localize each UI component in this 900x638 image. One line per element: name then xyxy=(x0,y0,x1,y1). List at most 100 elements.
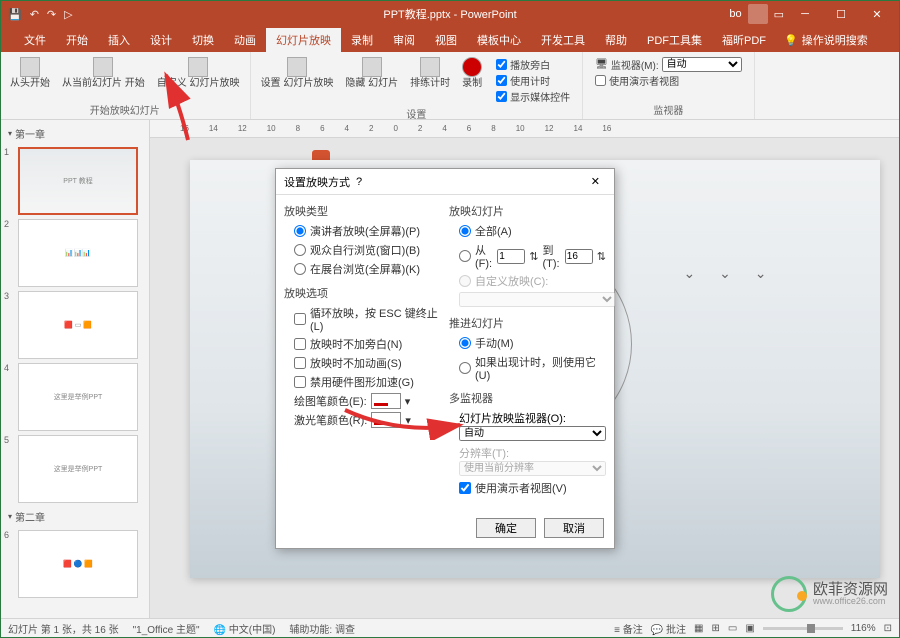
tab-review[interactable]: 审阅 xyxy=(383,28,425,52)
rehearse-button[interactable]: 排练计时 xyxy=(406,55,454,106)
view-sorter-icon[interactable]: ⊞ xyxy=(711,623,719,634)
dialog-close-button[interactable]: ✕ xyxy=(585,175,606,188)
tab-devtools[interactable]: 开发工具 xyxy=(531,28,595,52)
setup-icon xyxy=(287,57,307,77)
notes-toggle[interactable]: ≡ 备注 xyxy=(614,621,643,636)
tellme-search[interactable]: 操作说明搜索 xyxy=(802,32,868,48)
tab-view[interactable]: 视图 xyxy=(425,28,467,52)
tab-file[interactable]: 文件 xyxy=(14,28,56,52)
tab-transitions[interactable]: 切换 xyxy=(182,28,224,52)
radio-from-to[interactable]: 从(F):⇅ 到(T):⇅ xyxy=(459,242,606,270)
save-icon[interactable]: 💾 xyxy=(8,8,22,21)
presenter-view-checkbox[interactable]: 使用演示者视图 xyxy=(595,73,741,88)
section-header-2[interactable]: 第二章 xyxy=(4,507,145,526)
custom-show-button[interactable]: 自定义 幻灯片放映 xyxy=(153,55,244,91)
ok-button[interactable]: 确定 xyxy=(476,518,536,538)
group-monitor: 监视器 xyxy=(653,102,683,119)
zoom-slider[interactable] xyxy=(763,627,843,630)
monitor-select-label: 🖥监视器(M):自动 xyxy=(595,57,741,72)
tab-record[interactable]: 录制 xyxy=(341,28,383,52)
rehearse-icon xyxy=(420,57,440,77)
from-current-button[interactable]: 从当前幻灯片 开始 xyxy=(58,55,149,91)
radio-all-slides[interactable]: 全部(A) xyxy=(459,223,606,239)
tab-home[interactable]: 开始 xyxy=(56,28,98,52)
tab-foxit[interactable]: 福昕PDF xyxy=(712,28,776,52)
radio-custom-show[interactable]: 自定义放映(C): xyxy=(459,273,606,289)
maximize-button[interactable]: ☐ xyxy=(826,0,856,28)
tab-help[interactable]: 帮助 xyxy=(595,28,637,52)
radio-timings[interactable]: 如果出现计时，则使用它(U) xyxy=(459,354,606,382)
comments-toggle[interactable]: 💬 批注 xyxy=(651,621,686,636)
slide-thumb-2[interactable]: 2📊📊📊 xyxy=(4,219,145,287)
tab-template[interactable]: 模板中心 xyxy=(467,28,531,52)
radio-presenter-full[interactable]: 演讲者放映(全屏幕)(P) xyxy=(294,223,441,239)
tab-insert[interactable]: 插入 xyxy=(98,28,140,52)
check-hw-accel[interactable]: 禁用硬件图形加速(G) xyxy=(294,374,441,390)
to-input[interactable] xyxy=(565,249,593,264)
monitor-select[interactable]: 自动 xyxy=(662,57,742,72)
section-header-1[interactable]: 第一章 xyxy=(4,124,145,143)
check-loop-esc[interactable]: 循环放映，按 ESC 键终止(L) xyxy=(294,305,441,333)
view-slideshow-icon[interactable]: ▣ xyxy=(745,623,754,634)
slide-thumb-6[interactable]: 6🟥 🔵 🟧 xyxy=(4,530,145,598)
watermark: 欧菲资源网www.office26.com xyxy=(771,576,888,612)
undo-icon[interactable]: ↶ xyxy=(30,8,39,21)
birds-decoration: ⌄ ⌄ ⌄ xyxy=(684,265,777,282)
hide-slide-button[interactable]: 隐藏 幻灯片 xyxy=(341,55,402,106)
horizontal-ruler: 1614121086420246810121416 xyxy=(150,120,900,138)
narration-checkbox[interactable]: 播放旁白 xyxy=(496,57,570,72)
minimize-button[interactable]: ─ xyxy=(790,0,820,28)
show-type-legend: 放映类型 xyxy=(284,203,441,219)
check-no-animation[interactable]: 放映时不加动画(S) xyxy=(294,355,441,371)
tab-pdftools[interactable]: PDF工具集 xyxy=(637,28,712,52)
fit-to-window-icon[interactable]: ⊡ xyxy=(884,623,892,634)
slide-thumb-5[interactable]: 5这里是举例PPT xyxy=(4,435,145,503)
play-current-icon xyxy=(93,57,113,77)
watermark-logo-icon xyxy=(771,576,807,612)
resolution-dropdown: 使用当前分辨率 xyxy=(459,461,606,476)
redo-icon[interactable]: ↷ xyxy=(47,8,56,21)
user-avatar[interactable] xyxy=(748,4,768,24)
timings-checkbox[interactable]: 使用计时 xyxy=(496,73,570,88)
radio-browsed-window[interactable]: 观众自行浏览(窗口)(B) xyxy=(294,242,441,258)
radio-kiosk[interactable]: 在展台浏览(全屏幕)(K) xyxy=(294,261,441,277)
cancel-button[interactable]: 取消 xyxy=(544,518,604,538)
check-no-narration[interactable]: 放映时不加旁白(N) xyxy=(294,336,441,352)
close-button[interactable]: ✕ xyxy=(862,0,892,28)
slide-panel[interactable]: 第一章 1PPT 教程 2📊📊📊 3🟥 ▭ 🟧 4这里是举例PPT 5这里是举例… xyxy=(0,120,150,618)
start-show-icon[interactable]: ▷ xyxy=(64,8,72,21)
view-reading-icon[interactable]: ▭ xyxy=(728,623,737,634)
laser-color-picker[interactable] xyxy=(371,412,401,428)
radio-manual[interactable]: 手动(M) xyxy=(459,335,606,351)
check-presenter-view[interactable]: 使用演示者视图(V) xyxy=(459,480,606,496)
monitor-dropdown[interactable]: 自动 xyxy=(459,426,606,441)
custom-show-select xyxy=(459,292,616,307)
show-options-legend: 放映选项 xyxy=(284,285,441,301)
media-checkbox[interactable]: 显示媒体控件 xyxy=(496,89,570,104)
resolution-label: 分辨率(T): xyxy=(459,445,606,461)
from-input[interactable] xyxy=(497,249,525,264)
zoom-value[interactable]: 116% xyxy=(851,623,876,634)
ribbon-options-icon[interactable]: ▭ xyxy=(774,8,784,21)
tab-animations[interactable]: 动画 xyxy=(224,28,266,52)
record-button[interactable]: 录制 xyxy=(458,55,486,106)
slide-thumb-4[interactable]: 4这里是举例PPT xyxy=(4,363,145,431)
slide-thumb-3[interactable]: 3🟥 ▭ 🟧 xyxy=(4,291,145,359)
from-beginning-button[interactable]: 从头开始 xyxy=(6,55,54,91)
slide-thumb-1[interactable]: 1PPT 教程 xyxy=(4,147,145,215)
status-accessibility[interactable]: 辅助功能: 调查 xyxy=(289,621,355,636)
tab-slideshow[interactable]: 幻灯片放映 xyxy=(266,28,341,52)
pen-color-row: 绘图笔颜色(E): ▾ xyxy=(294,393,441,409)
view-normal-icon[interactable]: ▦ xyxy=(694,623,703,634)
monitor-label: 幻灯片放映监视器(O): xyxy=(459,410,606,426)
setup-slideshow-button[interactable]: 设置 幻灯片放映 xyxy=(257,55,338,106)
group-start: 开始放映幻灯片 xyxy=(90,102,160,119)
pen-color-picker[interactable] xyxy=(371,393,401,409)
show-slides-legend: 放映幻灯片 xyxy=(449,203,606,219)
advance-legend: 推进幻灯片 xyxy=(449,315,606,331)
status-lang[interactable]: 🌐 中文(中国) xyxy=(214,621,276,636)
status-slide-info: 幻灯片 第 1 张，共 16 张 xyxy=(8,621,119,636)
tab-design[interactable]: 设计 xyxy=(140,28,182,52)
dialog-help-button[interactable]: ? xyxy=(350,176,368,188)
laser-color-row: 激光笔颜色(R): ▾ xyxy=(294,412,441,428)
